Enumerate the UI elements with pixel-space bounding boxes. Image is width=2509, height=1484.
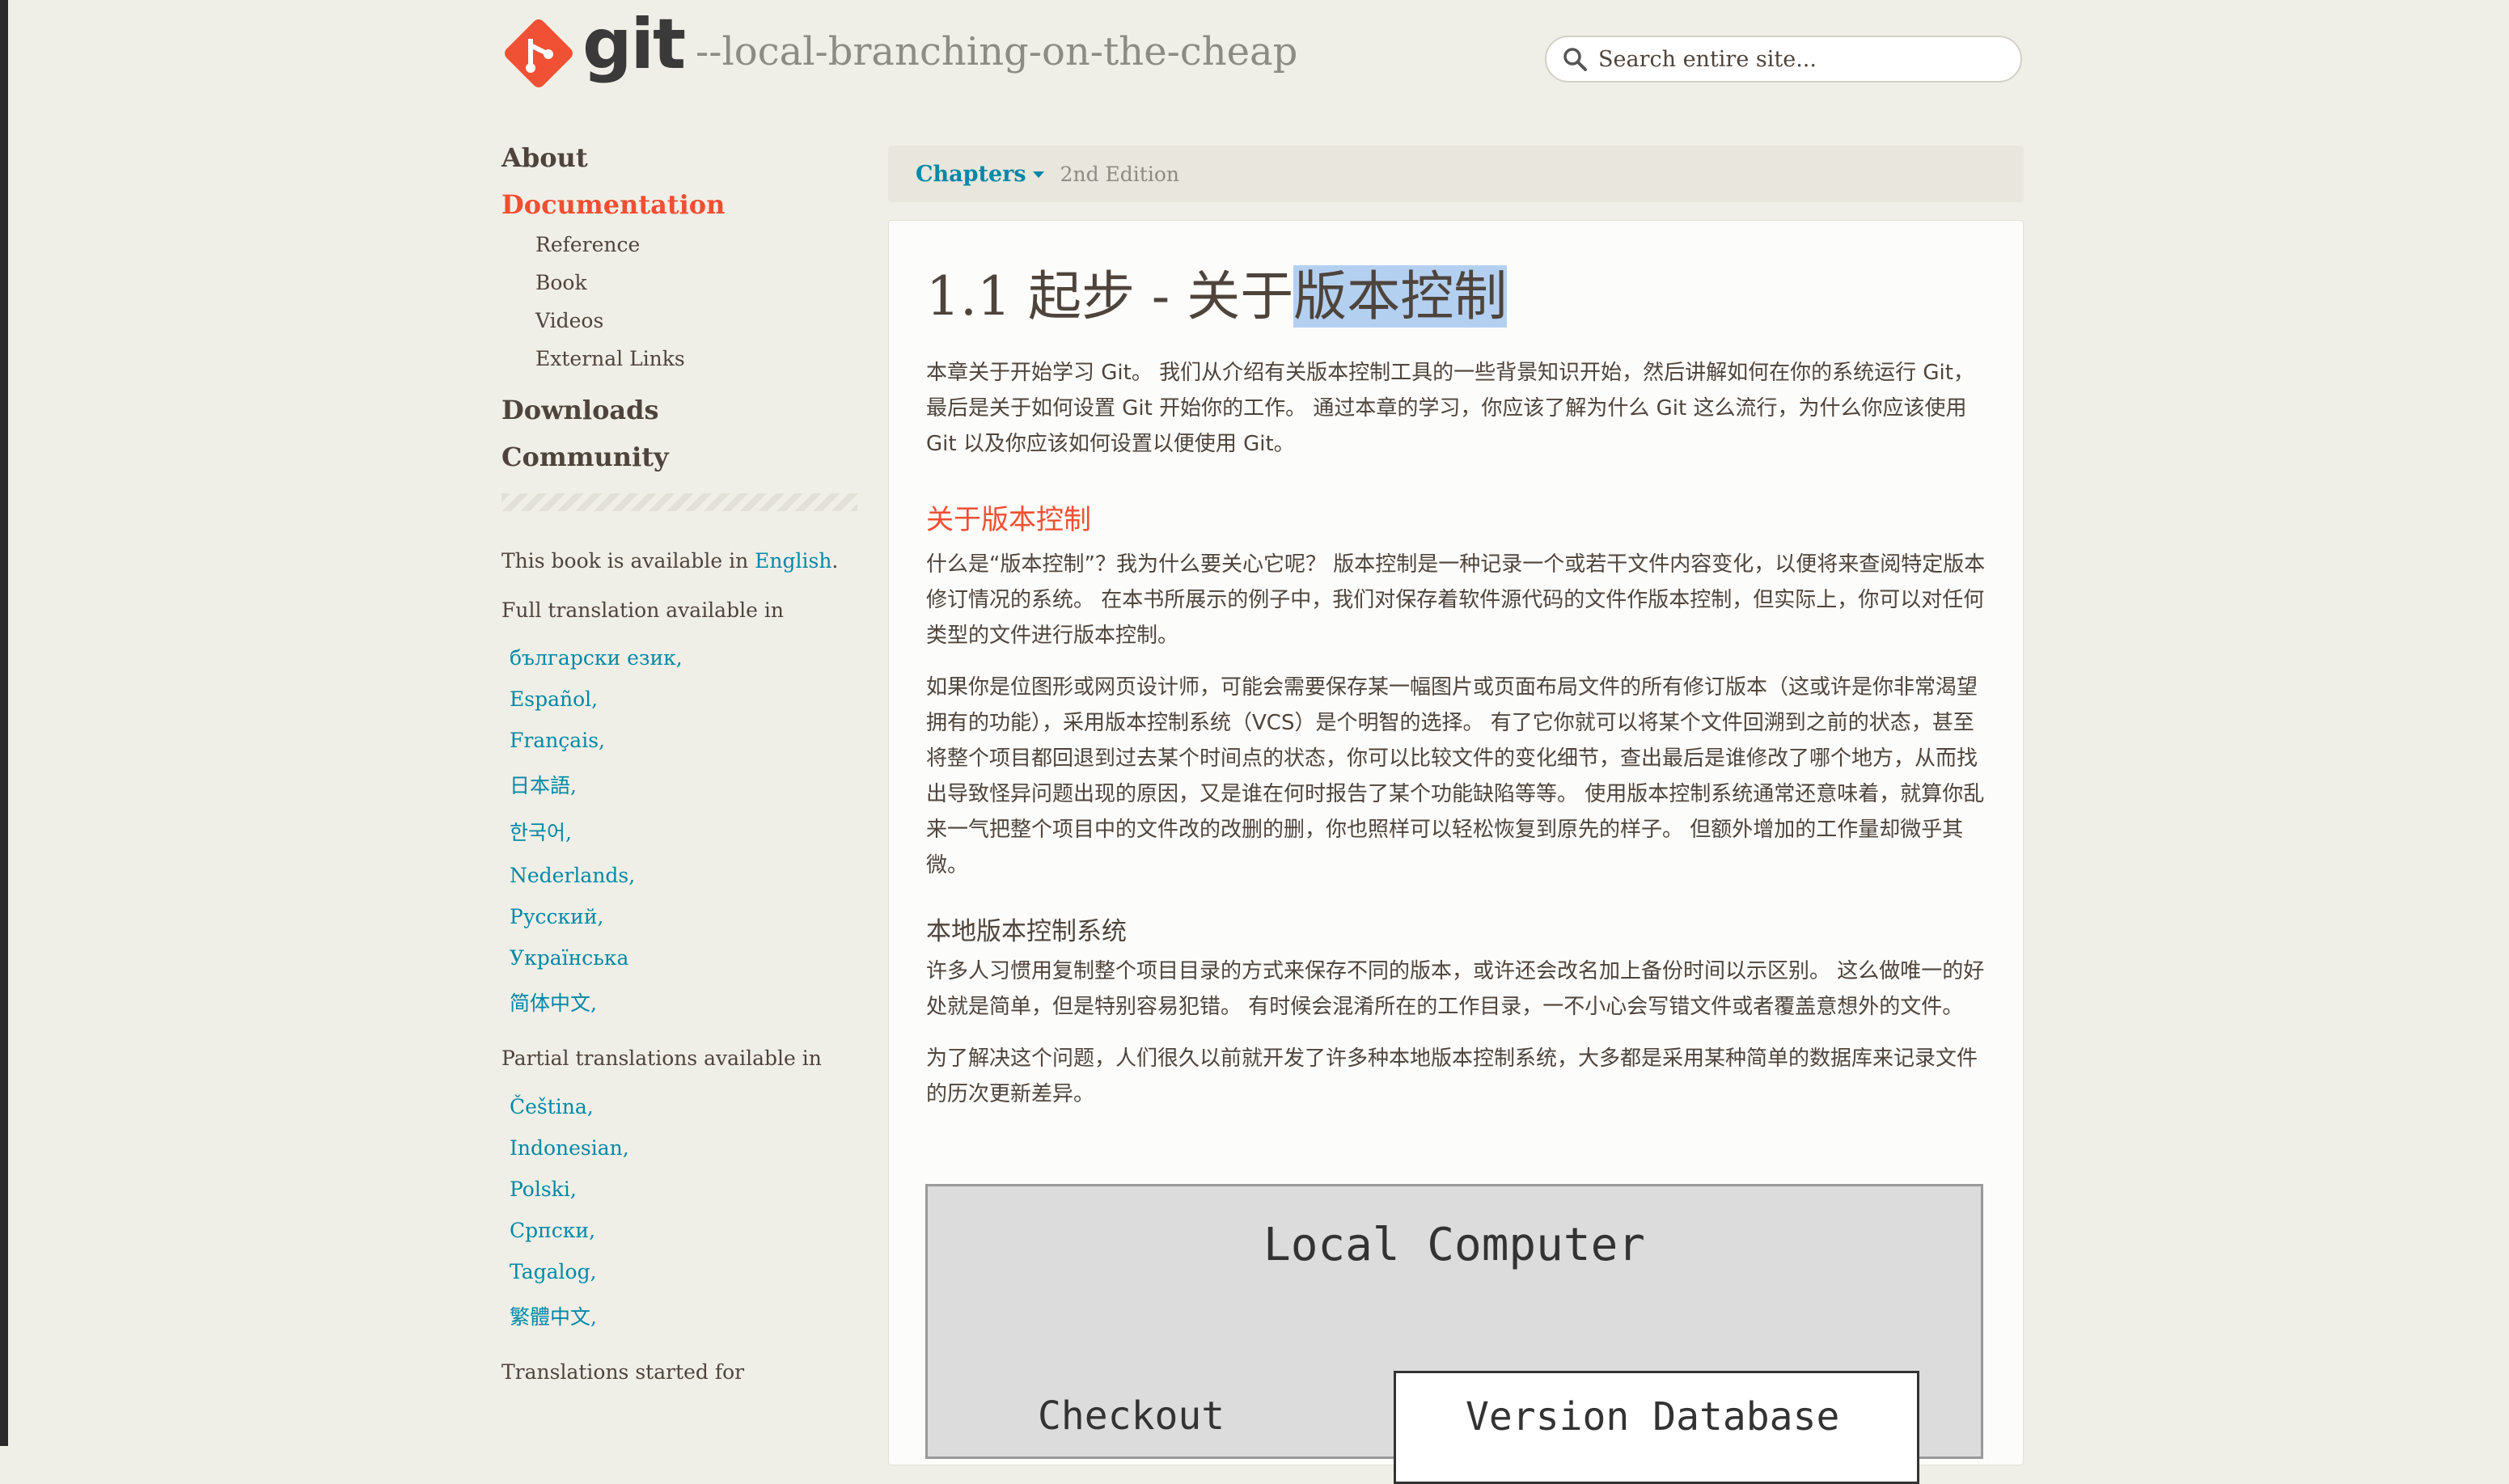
lang-link-korean[interactable]: 한국어,: [510, 821, 572, 844]
diagram-version-database: Version Database: [1394, 1371, 1919, 1484]
list-item: 简体中文,: [510, 987, 857, 1017]
lang-link-tagalog[interactable]: Tagalog,: [510, 1260, 597, 1283]
available-text: This book is available in English.: [501, 549, 839, 573]
list-item: Tagalog,: [510, 1260, 857, 1283]
lang-link-french[interactable]: Français,: [510, 729, 605, 752]
list-item: 日本語,: [510, 770, 857, 799]
chevron-down-icon: [1032, 171, 1044, 178]
selected-text: 版本控制: [1293, 265, 1508, 328]
documentation-subnav: Reference Book Videos External Links: [501, 233, 857, 370]
nav-reference[interactable]: Reference: [535, 233, 857, 256]
tagline: --local-branching-on-the-cheap: [696, 29, 1298, 74]
translations-started-label: Translations started for: [501, 1359, 745, 1384]
list-item: Polski,: [510, 1177, 857, 1201]
lang-link-bulgarian[interactable]: български език,: [510, 646, 683, 670]
list-item: Nederlands,: [510, 864, 857, 887]
lang-link-traditional-chinese[interactable]: 繁體中文,: [510, 1305, 597, 1329]
page-title: 1.1 起步 - 关于版本控制: [926, 265, 1508, 328]
lang-link-serbian[interactable]: Српски,: [510, 1219, 595, 1242]
nav-external-links[interactable]: External Links: [535, 347, 857, 370]
search-icon: [1563, 48, 1587, 71]
diagram-title: Local Computer: [1263, 1219, 1645, 1271]
lang-link-indonesian[interactable]: Indonesian,: [510, 1136, 629, 1160]
subsection-heading: 本地版本控制系统: [926, 917, 1127, 946]
lang-link-czech[interactable]: Čeština,: [510, 1095, 594, 1118]
list-item: 한국어,: [510, 817, 857, 846]
nav-documentation[interactable]: Documentation: [501, 189, 857, 220]
list-item: Српски,: [510, 1219, 857, 1242]
edition-label: 2nd Edition: [1060, 162, 1179, 186]
lang-link-russian[interactable]: Русский,: [510, 905, 603, 928]
git-logo-icon: [501, 16, 576, 91]
partial-translation-list: Čeština, Indonesian, Polski, Српски, Tag…: [510, 1095, 857, 1330]
paragraph: 什么是“版本控制”？我为什么要关心它呢？ 版本控制是一种记录一个或若干文件内容变…: [926, 552, 1986, 648]
english-link[interactable]: English: [755, 549, 831, 573]
git-logo[interactable]: git: [501, 10, 686, 91]
local-vcs-diagram: Local Computer Checkout Version Database: [925, 1184, 1983, 1484]
intro-paragraph: 本章关于开始学习 Git。 我们从介绍有关版本控制工具的一些背景知识开始，然后讲…: [926, 361, 1974, 456]
sidebar-divider: [501, 493, 857, 511]
full-translation-label: Full translation available in: [501, 598, 784, 622]
list-item: Українська: [510, 946, 857, 970]
list-item: Français,: [510, 729, 857, 752]
nav-downloads[interactable]: Downloads: [501, 395, 857, 425]
chapters-bar: Chapters 2nd Edition: [888, 146, 2024, 202]
section-heading: 关于版本控制: [926, 504, 1091, 536]
nav-videos[interactable]: Videos: [535, 309, 857, 332]
nav-book[interactable]: Book: [535, 271, 857, 294]
lang-link-simplified-chinese[interactable]: 简体中文,: [510, 991, 597, 1015]
paragraph: 如果你是位图形或网页设计师，可能会需要保存某一幅图片或页面布局文件的所有修订版本…: [926, 675, 1985, 877]
search-box[interactable]: [1545, 36, 2022, 82]
search-input[interactable]: [1597, 45, 1988, 73]
logo-wordmark: git: [582, 4, 686, 85]
list-item: Indonesian,: [510, 1136, 857, 1160]
paragraph: 为了解决这个问题，人们很久以前就开发了许多种本地版本控制系统，大多都是采用某种简…: [926, 1046, 1978, 1106]
lang-link-spanish[interactable]: Español,: [510, 687, 598, 711]
list-item: 繁體中文,: [510, 1301, 857, 1330]
lang-link-dutch[interactable]: Nederlands,: [510, 864, 635, 887]
chapters-dropdown[interactable]: Chapters: [916, 162, 1044, 187]
partial-translation-label: Partial translations available in: [501, 1046, 822, 1070]
list-item: български език,: [510, 646, 857, 670]
paragraph: 许多人习惯用复制整个项目目录的方式来保存不同的版本，或许还会改名加上备份时间以示…: [926, 959, 1985, 1019]
window-edge: [0, 0, 8, 1446]
nav-about[interactable]: About: [501, 142, 857, 173]
sidebar: About Documentation Reference Book Video…: [501, 142, 857, 1408]
list-item: Čeština,: [510, 1095, 857, 1118]
nav-community[interactable]: Community: [501, 442, 857, 472]
list-item: Русский,: [510, 905, 857, 928]
full-translation-list: български език, Español, Français, 日本語, …: [510, 646, 857, 1017]
lang-link-ukrainian[interactable]: Українська: [510, 946, 628, 970]
list-item: Español,: [510, 687, 857, 711]
diagram-checkout-label: Checkout: [1038, 1393, 1225, 1439]
lang-link-japanese[interactable]: 日本語,: [510, 774, 577, 797]
lang-link-polish[interactable]: Polski,: [510, 1177, 577, 1201]
